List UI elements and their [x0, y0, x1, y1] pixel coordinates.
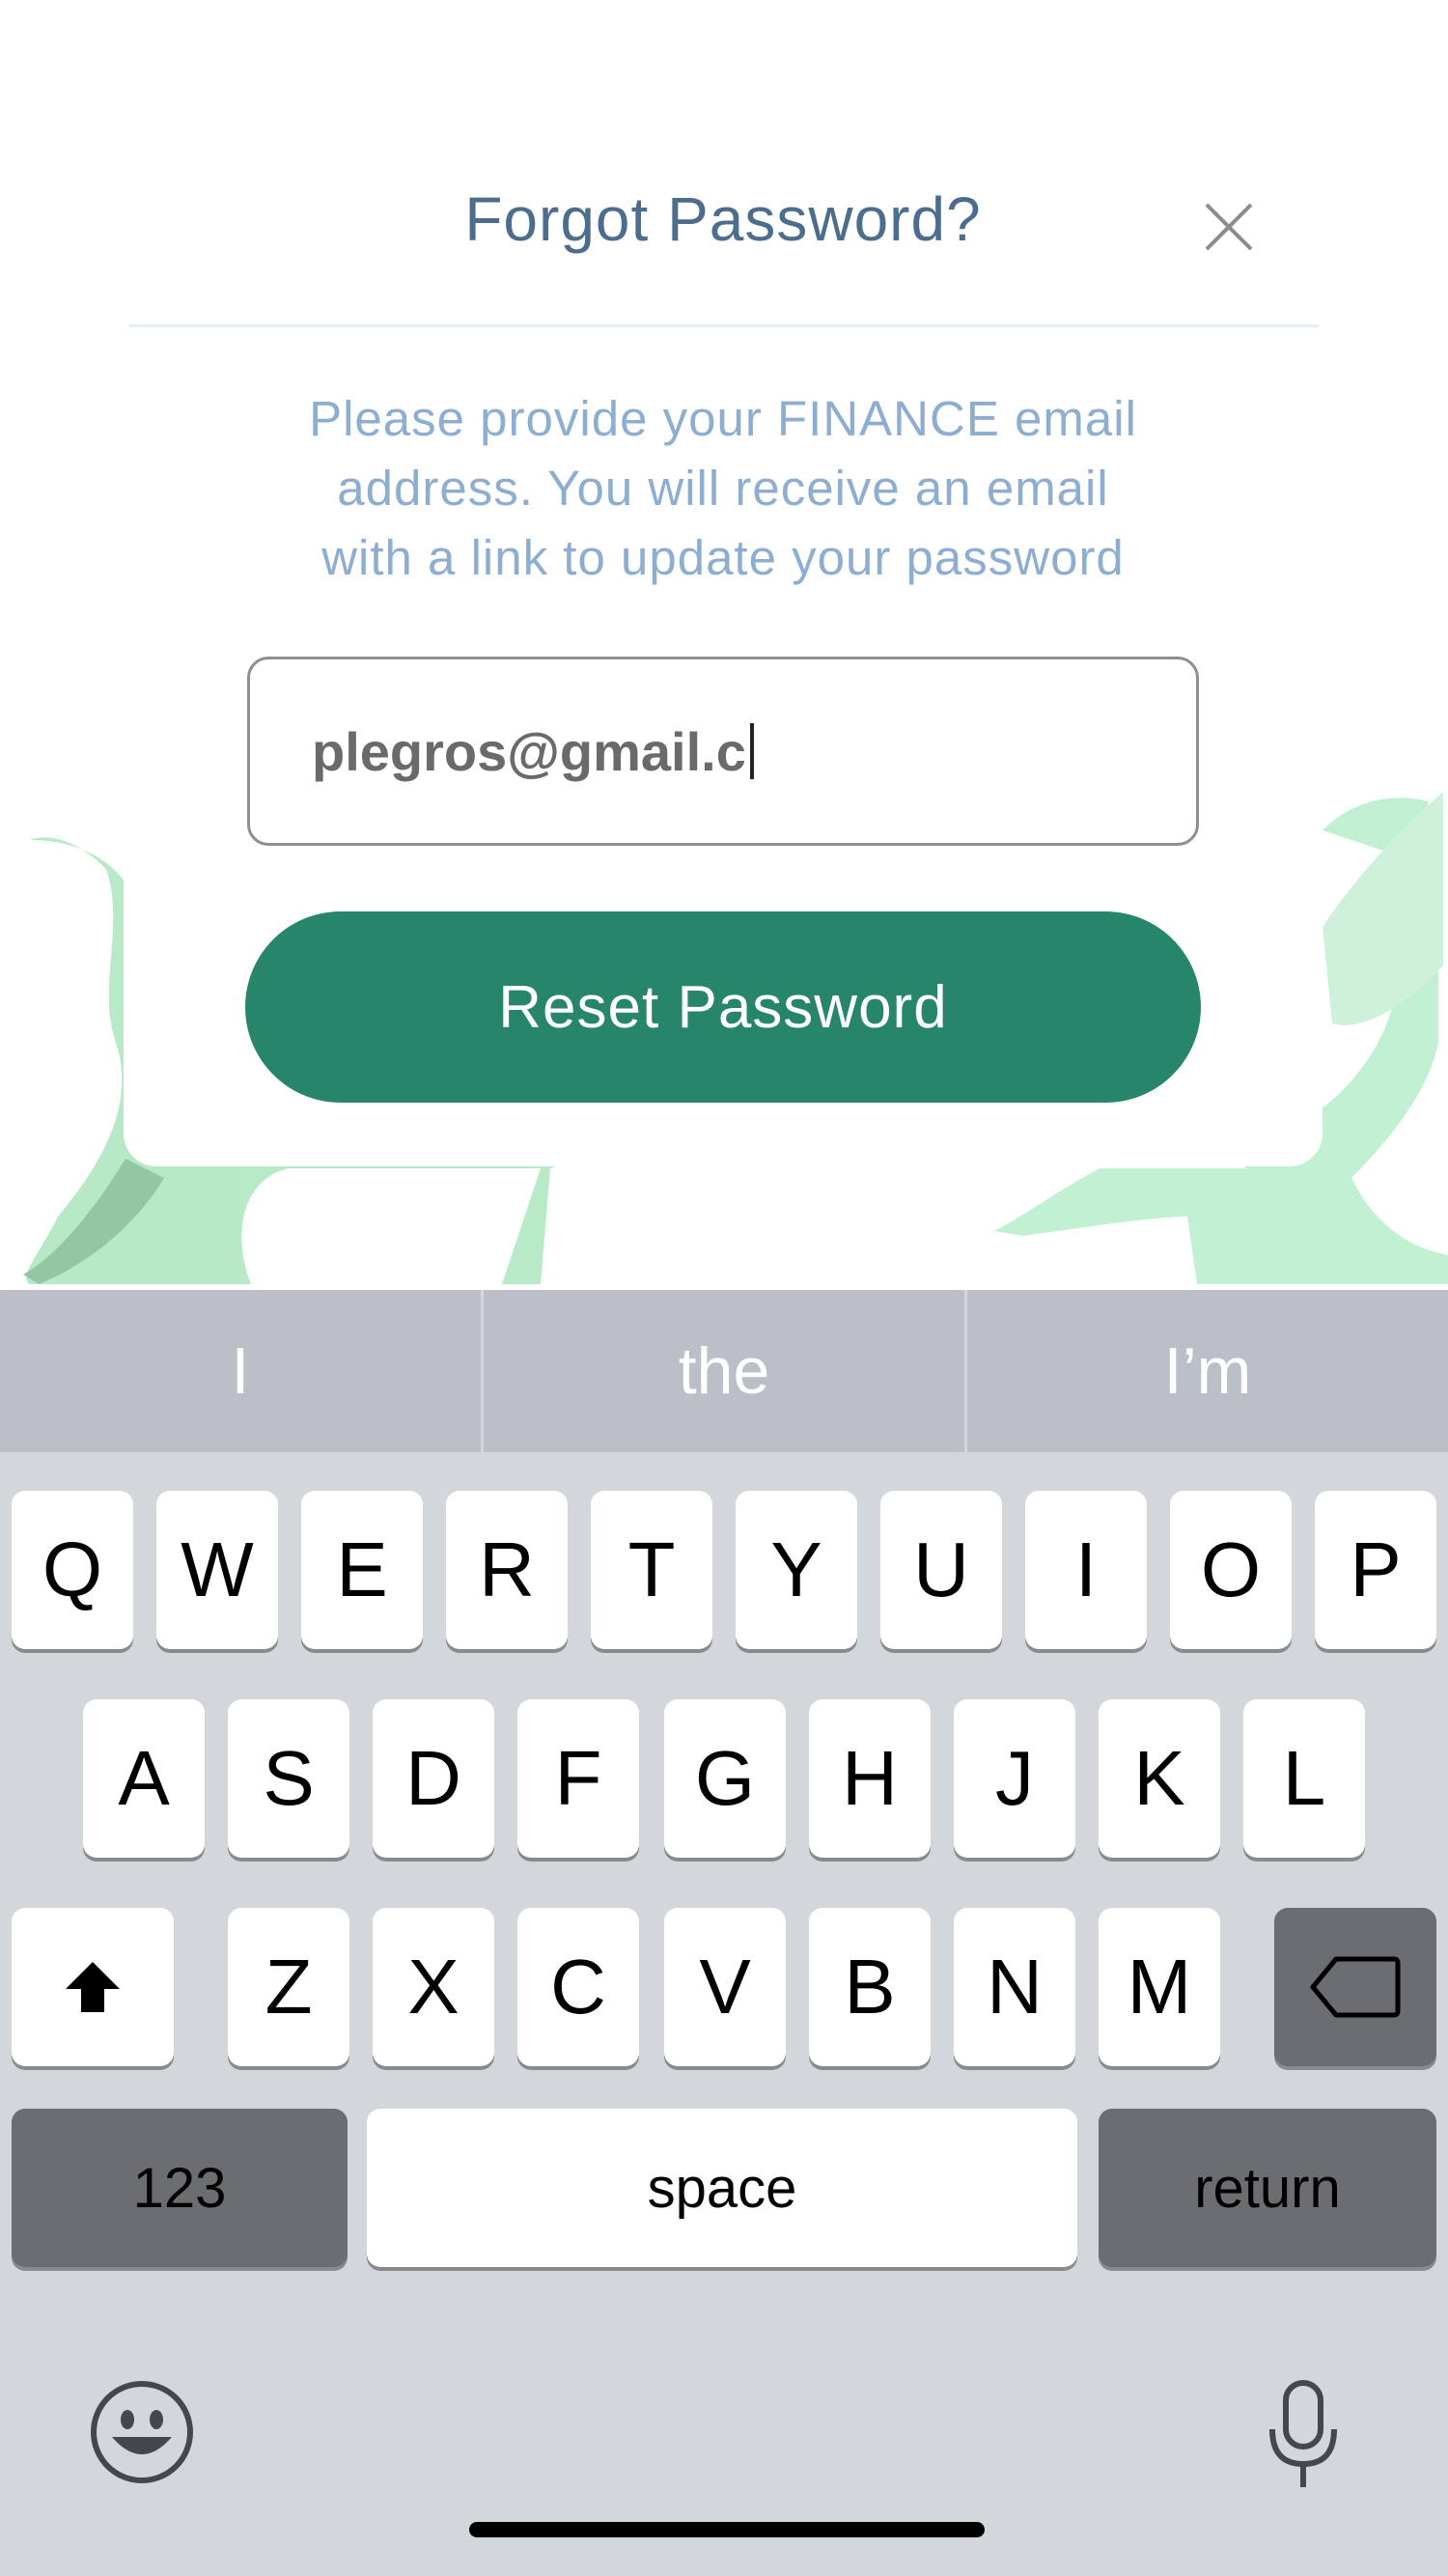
suggestion-item[interactable]: I’m: [964, 1290, 1448, 1452]
key-g[interactable]: G: [664, 1699, 786, 1858]
key-u[interactable]: U: [880, 1491, 1002, 1649]
emoji-icon[interactable]: [89, 2379, 195, 2485]
key-j[interactable]: J: [954, 1699, 1075, 1858]
home-indicator[interactable]: [469, 2522, 985, 2537]
key-s[interactable]: S: [228, 1699, 349, 1858]
text-caret: [749, 723, 754, 779]
key-f[interactable]: F: [517, 1699, 639, 1858]
key-k[interactable]: K: [1099, 1699, 1220, 1858]
instructions-line: with a link to update your password: [321, 530, 1125, 585]
forgot-password-modal: Forgot Password? Please provide your FIN…: [124, 0, 1323, 1166]
key-m[interactable]: M: [1099, 1908, 1220, 2066]
key-h[interactable]: H: [809, 1699, 931, 1858]
key-p[interactable]: P: [1315, 1491, 1436, 1649]
key-n[interactable]: N: [954, 1908, 1075, 2066]
key-x[interactable]: X: [373, 1908, 494, 2066]
key-e[interactable]: E: [301, 1491, 423, 1649]
key-b[interactable]: B: [809, 1908, 931, 2066]
suggestion-item[interactable]: I: [0, 1290, 481, 1452]
shift-key[interactable]: [12, 1908, 174, 2066]
key-a[interactable]: A: [83, 1699, 205, 1858]
key-z[interactable]: Z: [228, 1908, 349, 2066]
key-y[interactable]: Y: [736, 1491, 857, 1649]
key-t[interactable]: T: [591, 1491, 712, 1649]
instructions-text: Please provide your FINANCE email addres…: [230, 384, 1216, 593]
key-r[interactable]: R: [446, 1491, 568, 1649]
backspace-key[interactable]: [1274, 1908, 1436, 2066]
suggestion-item[interactable]: the: [481, 1290, 964, 1452]
title-divider: [129, 324, 1319, 327]
key-o[interactable]: O: [1170, 1491, 1292, 1649]
close-icon[interactable]: [1195, 193, 1263, 261]
key-v[interactable]: V: [664, 1908, 786, 2066]
backspace-icon: [1310, 1956, 1401, 2018]
on-screen-keyboard: I the I’m Q W E R T Y U I O P A S D F G …: [0, 1290, 1448, 2576]
key-i[interactable]: I: [1025, 1491, 1147, 1649]
space-key[interactable]: space: [367, 2109, 1077, 2267]
key-q[interactable]: Q: [12, 1491, 133, 1649]
microphone-icon[interactable]: [1267, 2379, 1340, 2491]
numbers-key[interactable]: 123: [12, 2109, 348, 2267]
reset-password-button[interactable]: Reset Password: [245, 911, 1201, 1103]
modal-title: Forgot Password?: [464, 184, 982, 254]
email-field-value: plegros@gmail.c: [312, 720, 746, 782]
instructions-line: address. You will receive an email: [337, 461, 1109, 516]
key-w[interactable]: W: [156, 1491, 278, 1649]
return-key[interactable]: return: [1099, 2109, 1436, 2267]
key-d[interactable]: D: [373, 1699, 494, 1858]
suggestion-bar: I the I’m: [0, 1290, 1448, 1452]
key-l[interactable]: L: [1243, 1699, 1365, 1858]
instructions-line: Please provide your FINANCE email: [309, 391, 1137, 446]
email-field[interactable]: plegros@gmail.c: [247, 657, 1199, 846]
shift-icon: [66, 1962, 120, 2012]
key-c[interactable]: C: [517, 1908, 639, 2066]
